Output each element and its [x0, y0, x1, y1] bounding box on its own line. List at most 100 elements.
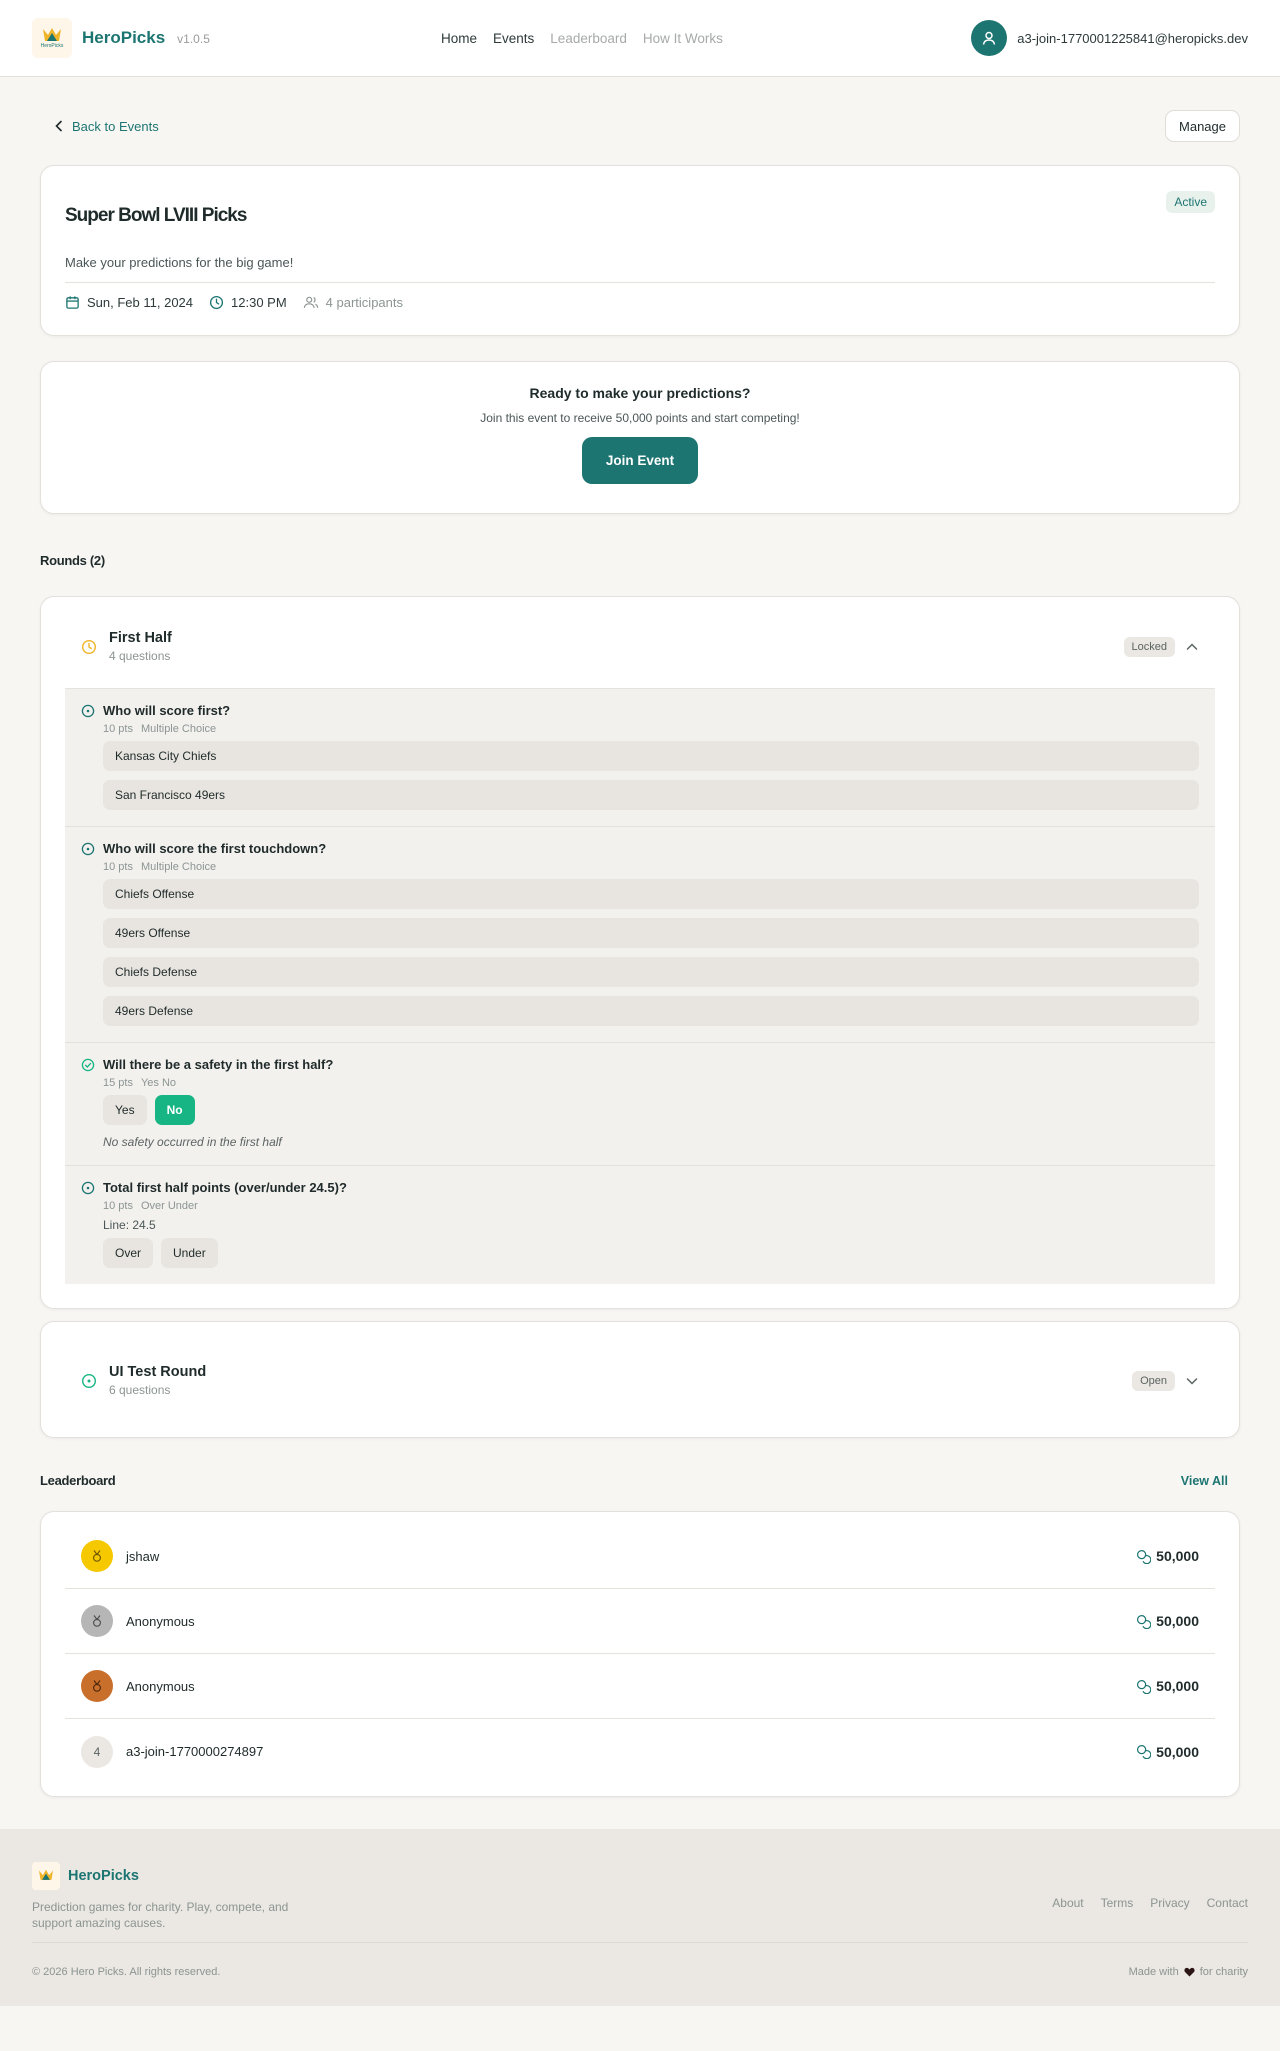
player-points: 50,000 — [1136, 1678, 1199, 1694]
round-controls: Open — [1132, 1370, 1199, 1391]
no-option-selected[interactable]: No — [154, 1095, 195, 1125]
target-icon — [81, 704, 95, 717]
leaderboard-row[interactable]: Anonymous 50,000 — [65, 1589, 1215, 1654]
footer-link-about[interactable]: About — [1052, 1896, 1083, 1910]
question-text: Will there be a safety in the first half… — [103, 1057, 334, 1072]
footer-link-contact[interactable]: Contact — [1207, 1896, 1248, 1910]
status-badge: Active — [1166, 191, 1215, 213]
points-value: 50,000 — [1156, 1743, 1199, 1760]
coins-icon — [1137, 1614, 1152, 1629]
top-navbar: HeroPicks HeroPicks v1.0.5 Home Events L… — [0, 0, 1280, 77]
clock-icon — [81, 639, 97, 654]
subheader: Back to Events Manage — [40, 77, 1240, 165]
answer-option[interactable]: Chiefs Offense — [103, 879, 1199, 909]
footer-divider — [32, 1942, 1248, 1943]
question-meta: 10 pts Over Under — [103, 1200, 1199, 1212]
for-charity-text: for charity — [1199, 1966, 1248, 1978]
nav-how-it-works[interactable]: How It Works — [643, 31, 723, 46]
nav-events[interactable]: Events — [493, 31, 534, 46]
over-option[interactable]: Over — [103, 1238, 154, 1268]
manage-button[interactable]: Manage — [1165, 110, 1240, 142]
brand[interactable]: HeroPicks HeroPicks v1.0.5 — [32, 18, 210, 58]
nav-home[interactable]: Home — [441, 31, 477, 46]
nav-leaderboard[interactable]: Leaderboard — [550, 31, 627, 46]
medal-icon — [93, 1680, 101, 1692]
join-title: Ready to make your predictions? — [529, 385, 751, 401]
event-title: Super Bowl LVIII Picks — [65, 205, 247, 226]
view-all-link[interactable]: View All — [1181, 1474, 1240, 1488]
yes-option[interactable]: Yes — [103, 1095, 147, 1125]
answer-option[interactable]: San Francisco 49ers — [103, 780, 1199, 810]
question-item: Total first half points (over/under 24.5… — [65, 1166, 1215, 1284]
answer-option[interactable]: 49ers Offense — [103, 918, 1199, 948]
answer-option[interactable]: Chiefs Defense — [103, 957, 1199, 987]
round-question-count: 4 questions — [109, 649, 171, 663]
event-date-text: Sun, Feb 11, 2024 — [87, 295, 194, 310]
question-header: Total first half points (over/under 24.5… — [81, 1180, 1199, 1195]
heart-icon — [1184, 1967, 1195, 1977]
answer-option[interactable]: 49ers Defense — [103, 996, 1199, 1026]
avatar[interactable] — [971, 20, 1008, 56]
join-card: Ready to make your predictions? Join thi… — [40, 361, 1240, 514]
question-points: 10 pts — [103, 1200, 133, 1212]
question-item: Who will score the first touchdown? 10 p… — [65, 827, 1215, 1043]
event-card: Super Bowl LVIII Picks Active Make your … — [40, 165, 1240, 336]
round-card: UI Test Round 6 questions Open — [40, 1321, 1240, 1438]
question-points: 10 pts — [103, 861, 133, 873]
rounds-title: Rounds (2) — [40, 553, 105, 568]
points-value: 50,000 — [1156, 1548, 1199, 1564]
round-header[interactable]: UI Test Round 6 questions Open — [65, 1322, 1215, 1439]
join-event-button[interactable]: Join Event — [582, 437, 698, 484]
player-name: Anonymous — [126, 1678, 195, 1694]
chevron-down-icon[interactable] — [1185, 1374, 1199, 1388]
event-date: Sun, Feb 11, 2024 — [65, 295, 193, 310]
footer-logo — [32, 1862, 60, 1890]
footer-link-terms[interactable]: Terms — [1101, 1896, 1134, 1910]
version-label: v1.0.5 — [177, 32, 210, 46]
question-type: Over Under — [140, 1200, 198, 1212]
leaderboard-row[interactable]: Anonymous 50,000 — [65, 1654, 1215, 1719]
coins-icon — [1137, 1744, 1152, 1759]
question-text: Total first half points (over/under 24.5… — [103, 1180, 347, 1195]
user-menu[interactable]: a3-join-1770001225841@heropicks.dev — [971, 20, 1248, 56]
under-option[interactable]: Under — [161, 1238, 218, 1268]
points-value: 50,000 — [1156, 1678, 1199, 1694]
target-icon — [81, 1373, 97, 1388]
back-label: Back to Events — [72, 118, 159, 134]
round-header[interactable]: First Half 4 questions Locked — [65, 597, 1215, 688]
question-points: 10 pts — [103, 723, 133, 735]
leaderboard-card: jshaw 50,000 Anonymous 50,000 Anonymous … — [40, 1511, 1240, 1797]
coins-icon — [1137, 1679, 1152, 1694]
question-type: Multiple Choice — [140, 861, 217, 873]
chevron-left-icon — [55, 120, 62, 132]
target-icon — [81, 1181, 95, 1194]
medal-icon — [93, 1615, 101, 1627]
question-options: Kansas City Chiefs San Francisco 49ers — [103, 741, 1199, 810]
round-info: First Half 4 questions — [109, 630, 172, 663]
leaderboard-row[interactable]: jshaw 50,000 — [65, 1524, 1215, 1589]
brand-name[interactable]: HeroPicks — [82, 28, 165, 48]
chevron-up-icon[interactable] — [1185, 640, 1199, 654]
copyright: © 2026 Hero Picks. All rights reserved. — [32, 1966, 221, 1978]
player-points: 50,000 — [1136, 1548, 1199, 1564]
brand-logo[interactable]: HeroPicks — [32, 18, 72, 58]
coins-icon — [1137, 1549, 1152, 1564]
round-card: First Half 4 questions Locked Who will s… — [40, 596, 1240, 1309]
leaderboard-row[interactable]: 4 a3-join-1770000274897 50,000 — [65, 1719, 1215, 1784]
footer-brand[interactable]: HeroPicks — [32, 1862, 139, 1890]
answer-option[interactable]: Kansas City Chiefs — [103, 741, 1199, 771]
bronze-medal-icon — [81, 1670, 113, 1702]
questions-list: Who will score first? 10 pts Multiple Ch… — [65, 688, 1215, 1284]
round-info: UI Test Round 6 questions — [109, 1364, 206, 1397]
question-meta: 10 pts Multiple Choice — [103, 861, 1199, 873]
event-participants: 4 participants — [303, 295, 403, 310]
event-time-text: 12:30 PM — [231, 295, 287, 310]
rank-number: 4 — [81, 1735, 113, 1768]
question-header: Who will score first? — [81, 703, 1199, 718]
made-with-text: Made with — [1128, 1966, 1179, 1978]
back-to-events-link[interactable]: Back to Events — [40, 119, 159, 134]
footer-link-privacy[interactable]: Privacy — [1150, 1896, 1189, 1910]
check-circle-icon — [81, 1058, 95, 1071]
question-meta: 10 pts Multiple Choice — [103, 723, 1199, 735]
user-icon — [983, 31, 996, 45]
